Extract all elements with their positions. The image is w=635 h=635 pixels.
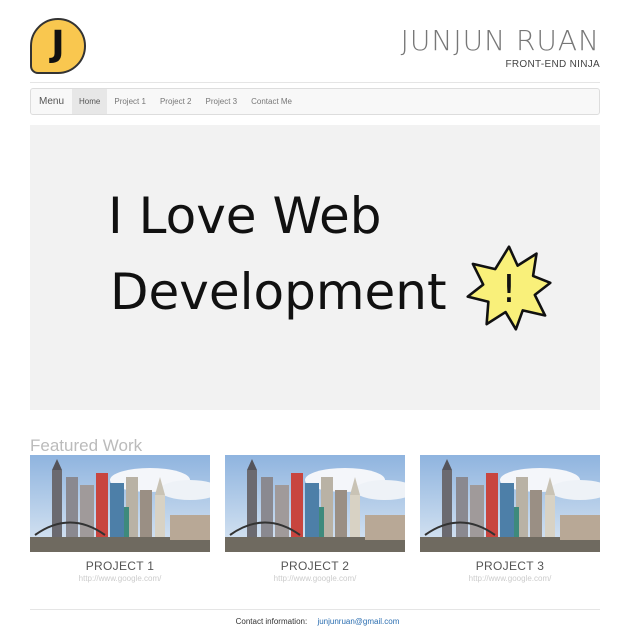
project-thumbnail[interactable]: [420, 455, 600, 552]
footer: Contact information: junjunruan@gmail.co…: [0, 617, 635, 626]
footer-divider: [30, 609, 600, 610]
project-card[interactable]: PROJECT 3 http://www.google.com/: [420, 455, 600, 583]
nav-item-project-1[interactable]: Project 1: [107, 89, 153, 114]
contact-email-link[interactable]: junjunruan@gmail.com: [317, 617, 399, 626]
site-title: JUNJUN RUAN: [400, 24, 600, 57]
nav-item-home[interactable]: Home: [72, 89, 108, 114]
logo-letter: J: [51, 24, 65, 65]
project-card[interactable]: PROJECT 1 http://www.google.com/: [30, 455, 210, 583]
project-thumbnail[interactable]: [30, 455, 210, 552]
starburst-icon: !: [466, 245, 552, 331]
header-divider: [30, 82, 600, 83]
logo[interactable]: J: [30, 18, 86, 74]
hero-text-line2: Development: [110, 263, 447, 321]
project-title: PROJECT 2: [280, 559, 350, 573]
nav-item-contact[interactable]: Contact Me: [244, 89, 299, 114]
project-card[interactable]: PROJECT 2 http://www.google.com/: [225, 455, 405, 583]
project-link[interactable]: http://www.google.com/: [420, 574, 600, 583]
site-subtitle: FRONT-END NINJA: [505, 59, 600, 70]
project-link[interactable]: http://www.google.com/: [225, 574, 405, 583]
nav-item-project-2[interactable]: Project 2: [153, 89, 199, 114]
hero-banner: I Love Web Development !: [30, 125, 600, 410]
contact-label: Contact information:: [235, 617, 308, 626]
project-title: PROJECT 1: [85, 559, 155, 573]
navbar: Menu Home Project 1 Project 2 Project 3 …: [30, 88, 600, 115]
featured-work-heading: Featured Work: [30, 436, 143, 455]
project-thumbnail[interactable]: [225, 455, 405, 552]
project-title: PROJECT 3: [475, 559, 545, 573]
hero-text-line1: I Love Web: [108, 187, 382, 245]
nav-brand[interactable]: Menu: [31, 89, 72, 114]
project-link[interactable]: http://www.google.com/: [30, 574, 210, 583]
starburst-text: !: [501, 267, 516, 311]
nav-item-project-3[interactable]: Project 3: [199, 89, 245, 114]
